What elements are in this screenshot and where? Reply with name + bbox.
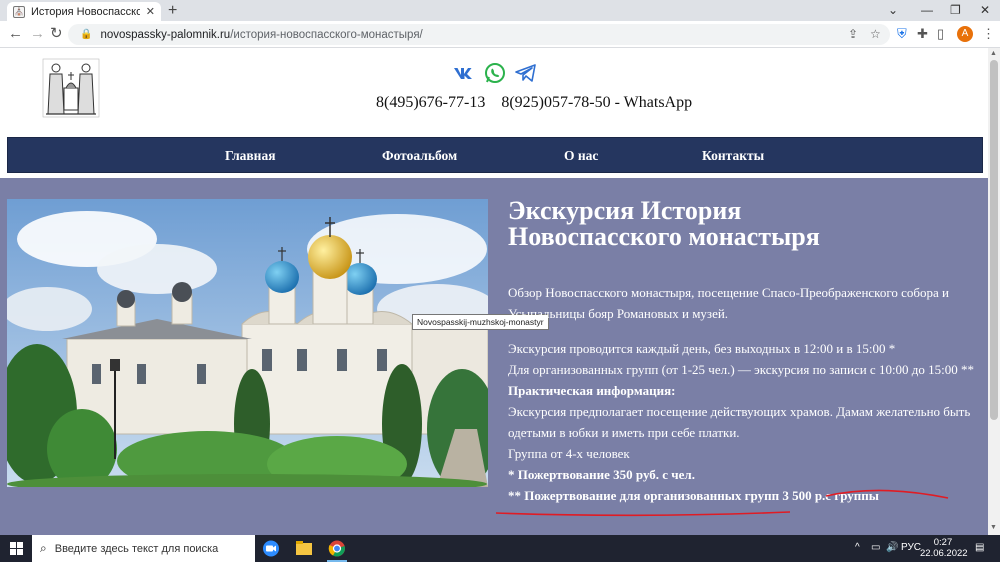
clock-date: 22.06.2022 (920, 548, 968, 559)
notifications-icon[interactable]: ▤ (975, 542, 984, 553)
url-domain: novospassky-palomnik.ru (100, 28, 231, 41)
windows-start-icon[interactable] (10, 542, 23, 555)
phone-primary[interactable]: 8(495)676-77-13 (376, 94, 485, 111)
language-indicator[interactable]: РУС (901, 542, 921, 553)
page-viewport: 8(495)676-77-13 8(925)057-78-50 - WhatsA… (0, 48, 988, 535)
network-icon[interactable]: ▭ (871, 542, 880, 553)
volume-icon[interactable]: 🔊 (886, 542, 898, 553)
page-title: Экскурсия История Новоспасского монастыр… (508, 196, 820, 251)
church-favicon-icon: ⛪ (13, 5, 25, 18)
forward-button[interactable]: → (30, 25, 45, 43)
browser-menu-icon[interactable]: ⋮ (982, 26, 995, 42)
taskbar-search[interactable]: ⌕ Введите здесь текст для поиска (32, 535, 255, 562)
share-icon[interactable]: ⇪ (848, 27, 858, 41)
groups-text: Для организованных групп (от 1-25 чел.) … (508, 362, 975, 377)
windows-taskbar: ⌕ Введите здесь текст для поиска ^ ▭ 🔊 Р… (0, 535, 1000, 562)
menu-item-contacts[interactable]: Контакты (702, 148, 764, 164)
browser-tab[interactable]: ⛪ История Новоспасского монастыря ✕ (7, 2, 161, 21)
practical-text: Экскурсия предполагает посещение действу… (508, 404, 971, 440)
lock-icon[interactable]: 🔒 (80, 29, 92, 40)
donation-individual: * Пожертвование 350 руб. с чел. (508, 467, 695, 482)
chrome-app-icon[interactable] (328, 540, 346, 557)
whatsapp-icon[interactable] (484, 62, 506, 84)
url-path: /история-новоспасского-монастыря/ (230, 28, 423, 41)
menu-item-about[interactable]: О нас (564, 148, 598, 164)
reload-button[interactable]: ↻ (50, 25, 63, 43)
file-explorer-icon[interactable] (295, 540, 313, 557)
new-tab-button[interactable]: + (168, 2, 177, 20)
zoom-app-icon[interactable] (262, 540, 280, 557)
main-menu: Главная Фотоальбом О нас Контакты (7, 137, 983, 173)
vk-icon[interactable] (453, 66, 475, 80)
search-icon: ⌕ (40, 541, 47, 555)
monastery-saints-logo[interactable] (42, 58, 100, 118)
address-toolbar: ← → ↻ 🔒 novospassky-palomnik.ru/история-… (0, 21, 1000, 48)
contact-phones: 8(495)676-77-13 8(925)057-78-50 - WhatsA… (376, 94, 692, 112)
system-clock[interactable]: 0:27 22.06.2022 (920, 537, 968, 559)
minimize-button[interactable]: — (921, 2, 933, 18)
schedule-text: Экскурсия проводится каждый день, без вы… (508, 341, 896, 356)
maximize-button[interactable]: ❐ (950, 2, 961, 18)
close-tab-icon[interactable]: ✕ (146, 5, 155, 18)
clock-time: 0:27 (933, 537, 953, 548)
page-scrollbar[interactable]: ▲ ▼ (988, 48, 1000, 535)
scroll-up-icon[interactable]: ▲ (990, 50, 997, 57)
monastery-photo[interactable] (7, 199, 488, 487)
phone-whatsapp[interactable]: 8(925)057-78-50 - WhatsApp (501, 94, 692, 111)
donation-group: ** Пожертвование для организованных груп… (508, 488, 879, 503)
intro-text: Обзор Новоспасского монастыря, посещение… (508, 285, 949, 321)
shield-extension-icon[interactable]: ⛨ (897, 26, 907, 42)
content-section: Novospasskij-muzhskoj-monastyr Экскурсия… (0, 178, 988, 535)
search-placeholder: Введите здесь текст для поиска (54, 542, 219, 555)
url-bar[interactable]: 🔒 novospassky-palomnik.ru/история-новосп… (68, 24, 890, 45)
telegram-icon[interactable] (515, 63, 537, 83)
back-button[interactable]: ← (8, 25, 23, 43)
scroll-thumb[interactable] (990, 60, 998, 420)
tab-search-icon[interactable]: ⌄ (888, 2, 898, 18)
sidepanel-icon[interactable]: ▯ (937, 26, 944, 42)
practical-heading: Практическая информация: (508, 383, 676, 398)
menu-item-photoalbum[interactable]: Фотоальбом (382, 148, 457, 164)
puzzle-extension-icon[interactable]: ✚ (917, 26, 928, 42)
article: Экскурсия История Новоспасского монастыр… (508, 198, 978, 506)
browser-tab-bar: ⛪ История Новоспасского монастыря ✕ + ⌄ … (0, 0, 1000, 21)
close-window-button[interactable]: ✕ (980, 2, 990, 18)
social-links (453, 62, 537, 84)
bookmark-star-icon[interactable]: ☆ (870, 27, 881, 41)
menu-item-home[interactable]: Главная (225, 148, 276, 164)
profile-avatar[interactable]: A (957, 26, 973, 42)
tab-title: История Новоспасского монастыря (30, 5, 140, 18)
group-size-text: Группа от 4-х человек (508, 446, 630, 461)
tray-expand-icon[interactable]: ^ (855, 542, 860, 553)
scroll-down-icon[interactable]: ▼ (990, 524, 997, 531)
site-header: 8(495)676-77-13 8(925)057-78-50 - WhatsA… (0, 48, 988, 137)
